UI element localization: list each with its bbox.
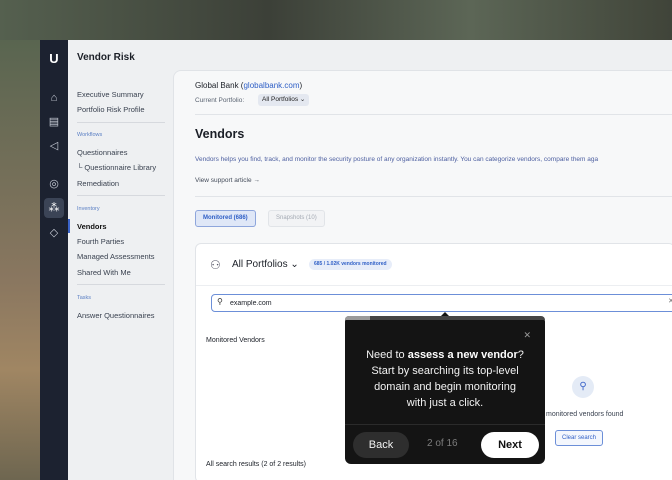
home-icon[interactable]: ⌂ xyxy=(46,90,62,106)
next-button[interactable]: Next xyxy=(481,432,539,458)
sidebar-divider xyxy=(77,195,165,196)
sidebar: Executive Summary Portfolio Risk Profile… xyxy=(68,74,173,480)
sidebar-item-answer-questionnaires[interactable]: Answer Questionnaires xyxy=(77,311,155,320)
tour-progress-bar xyxy=(345,316,545,320)
org-heading: Global Bank (globalbank.com) xyxy=(195,81,302,90)
tooltip-message: Need to assess a new vendor? Start by se… xyxy=(363,347,527,411)
portfolio-users-icon: ⚇ xyxy=(210,258,221,272)
close-icon[interactable]: ✕ xyxy=(523,330,531,341)
brand-logo[interactable]: U xyxy=(47,52,61,66)
org-name: Global Bank ( xyxy=(195,81,244,90)
sidebar-divider xyxy=(77,122,165,123)
clear-search-icon[interactable]: ✕ xyxy=(668,297,672,305)
sidebar-section-inventory: Inventory xyxy=(77,206,100,212)
sidebar-item-portfolio-risk-profile[interactable]: Portfolio Risk Profile xyxy=(77,105,145,114)
shield-icon[interactable]: ◇ xyxy=(46,225,62,241)
background-strip-top xyxy=(0,0,672,40)
sidebar-item-remediation[interactable]: Remediation xyxy=(77,179,119,188)
vendors-monitored-badge: 685 / 1.02K vendors monitored xyxy=(309,259,392,270)
step-counter: 2 of 16 xyxy=(427,438,458,449)
tab-monitored[interactable]: Monitored (686) xyxy=(195,210,256,227)
app-header: Vendor Risk xyxy=(68,40,672,74)
current-portfolio-label: Current Portfolio: xyxy=(195,97,245,104)
org-domain-link[interactable]: globalbank.com xyxy=(243,81,299,90)
divider xyxy=(195,114,672,115)
msg-bold: assess a new vendor xyxy=(407,349,518,361)
sidebar-item-vendors[interactable]: Vendors xyxy=(77,222,107,231)
search-icon: ⚲ xyxy=(217,297,223,306)
back-button[interactable]: Back xyxy=(353,432,409,458)
document-icon[interactable]: ▤ xyxy=(46,114,62,130)
background-strip-left xyxy=(0,40,40,480)
vendor-search-box: ⚲ ✕ xyxy=(211,294,672,312)
tour-progress-fill xyxy=(345,316,370,320)
sidebar-item-executive-summary[interactable]: Executive Summary xyxy=(77,90,144,99)
portfolio-selector[interactable]: All Portfolios ⌄ xyxy=(232,259,299,270)
search-empty-icon: ⚲ xyxy=(572,376,594,398)
sidebar-divider xyxy=(77,284,165,285)
sidebar-item-managed-assessments[interactable]: Managed Assessments xyxy=(77,252,155,261)
vendors-icon[interactable]: ⁂ xyxy=(44,198,64,218)
vendor-search-input[interactable] xyxy=(230,297,530,309)
sidebar-section-tasks: Tasks xyxy=(77,295,92,301)
portfolio-dropdown[interactable]: All Portfolios ⌄ xyxy=(258,94,310,106)
app-title: Vendor Risk xyxy=(77,52,135,63)
icon-rail: U ⌂ ▤ ◁ ◎ ⁂ ◇ xyxy=(40,40,68,480)
support-article-link[interactable]: View support article → xyxy=(195,177,260,184)
tooltip-divider xyxy=(345,424,545,425)
divider xyxy=(196,285,672,286)
sidebar-section-workflows: Workflows xyxy=(77,132,103,138)
page-title: Vendors xyxy=(195,127,245,141)
no-results-text: monitored vendors found xyxy=(546,411,624,418)
sidebar-item-shared-with-me[interactable]: Shared With Me xyxy=(77,268,131,277)
clear-search-button[interactable]: Clear search xyxy=(555,430,604,446)
monitored-vendors-heading: Monitored Vendors xyxy=(206,337,265,344)
sidebar-item-fourth-parties[interactable]: Fourth Parties xyxy=(77,237,124,246)
target-icon[interactable]: ◎ xyxy=(46,176,62,192)
divider xyxy=(195,196,672,197)
sidebar-item-questionnaire-library[interactable]: └ Questionnaire Library xyxy=(77,163,156,172)
megaphone-icon[interactable]: ◁ xyxy=(46,138,62,154)
all-search-results-heading: All search results (2 of 2 results) xyxy=(206,461,306,468)
org-paren: ) xyxy=(299,81,303,90)
tab-snapshots[interactable]: Snapshots (10) xyxy=(268,210,325,227)
onboarding-tooltip: ✕ Need to assess a new vendor? Start by … xyxy=(345,312,545,464)
page-description: Vendors helps you find, track, and monit… xyxy=(195,156,599,163)
sidebar-item-questionnaires[interactable]: Questionnaires xyxy=(77,148,127,157)
active-indicator xyxy=(68,219,70,233)
msg-prefix: Need to xyxy=(366,349,408,361)
